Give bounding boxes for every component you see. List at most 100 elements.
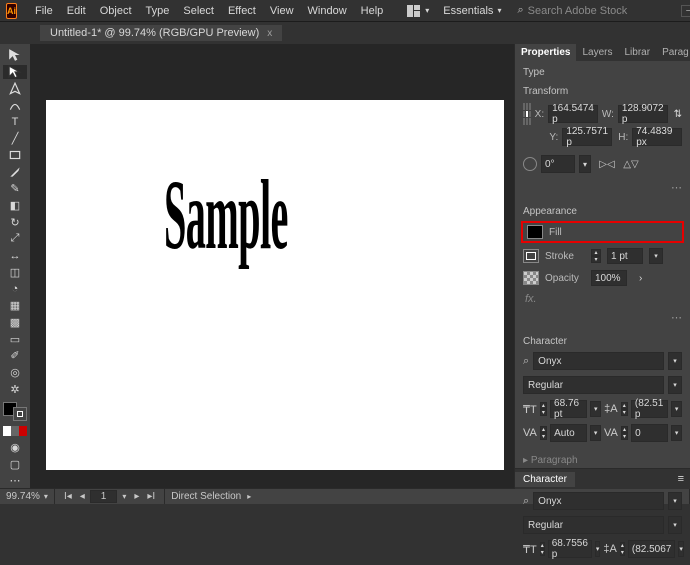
- stroke-row[interactable]: Stroke ▴▾ 1 pt ▾: [515, 245, 690, 267]
- document-tab[interactable]: Untitled-1* @ 99.74% (RGB/GPU Preview) x: [40, 25, 282, 41]
- sample-text-object[interactable]: Sample: [164, 160, 288, 274]
- paragraph-collapsed-head[interactable]: Paragraph: [515, 449, 690, 468]
- stroke-swatch[interactable]: [13, 407, 27, 421]
- x-input[interactable]: 164.5474 p: [548, 105, 598, 123]
- tab-libraries[interactable]: Librar: [618, 44, 656, 61]
- window-minimize-button[interactable]: －: [681, 5, 690, 17]
- menu-edit[interactable]: Edit: [61, 3, 92, 19]
- artboard-nav[interactable]: I◂ ◂ 1 ▾ ▸ ▸I: [55, 489, 165, 504]
- color-mode[interactable]: [3, 423, 27, 438]
- tab-properties[interactable]: Properties: [515, 44, 576, 61]
- char-panel-menu[interactable]: ≡: [672, 473, 690, 485]
- menu-select[interactable]: Select: [177, 3, 220, 19]
- zoom-level[interactable]: 99.74%▾: [0, 489, 55, 504]
- tracking-dropdown[interactable]: ▾: [671, 425, 682, 441]
- next-artboard-button[interactable]: ▸: [131, 491, 142, 502]
- font-size-input[interactable]: 68.76 pt: [550, 400, 587, 418]
- font-size-dropdown[interactable]: ▾: [590, 401, 601, 417]
- stroke-weight-input[interactable]: 1 pt: [607, 248, 643, 264]
- last-artboard-button[interactable]: ▸I: [144, 491, 158, 502]
- shape-builder-tool[interactable]: ◔: [3, 282, 27, 297]
- leading-input[interactable]: (82.51 p: [631, 400, 668, 418]
- eyedropper-tool[interactable]: ✐: [3, 348, 27, 363]
- paintbrush-tool[interactable]: [3, 165, 27, 180]
- pen-tool[interactable]: [3, 81, 27, 96]
- link-wh-icon[interactable]: ⇅: [674, 109, 682, 120]
- kerning-dropdown[interactable]: ▾: [590, 425, 601, 441]
- mesh-tool[interactable]: ▩: [3, 315, 27, 330]
- prev-artboard-button[interactable]: ◂: [77, 491, 88, 502]
- rotate-input[interactable]: 0°: [541, 155, 575, 173]
- stroke-weight-dropdown[interactable]: ▾: [649, 248, 663, 264]
- close-tab-button[interactable]: x: [267, 28, 272, 39]
- font-family-dropdown[interactable]: ▾: [668, 352, 682, 370]
- screen-mode[interactable]: ▢: [3, 457, 27, 472]
- font-style-select-2[interactable]: Regular: [523, 516, 664, 534]
- rotate-dropdown[interactable]: ▾: [579, 155, 591, 173]
- draw-mode[interactable]: ◉: [3, 440, 27, 455]
- flip-horizontal-button[interactable]: ▷◁: [599, 156, 615, 172]
- kerning-input[interactable]: Auto: [550, 424, 587, 442]
- rotate-tool[interactable]: ↻: [3, 215, 27, 230]
- fx-button[interactable]: fx.: [515, 289, 690, 309]
- workspace-switcher[interactable]: Essentials ▾: [439, 3, 505, 19]
- opacity-arrow-icon[interactable]: ›: [639, 273, 642, 284]
- tracking-input[interactable]: 0: [631, 424, 668, 442]
- menu-window[interactable]: Window: [302, 3, 353, 19]
- tab-layers[interactable]: Layers: [576, 44, 618, 61]
- leading-input-2[interactable]: (82.5067: [628, 540, 675, 558]
- font-style-dropdown-2[interactable]: ▾: [668, 516, 682, 534]
- opacity-row[interactable]: Opacity 100% ›: [515, 267, 690, 289]
- scale-tool[interactable]: ⤢: [3, 232, 27, 247]
- gradient-tool[interactable]: ▭: [3, 332, 27, 347]
- y-input[interactable]: 125.7571 p: [562, 128, 612, 146]
- fill-stroke-swatch[interactable]: [3, 402, 27, 421]
- menu-view[interactable]: View: [264, 3, 300, 19]
- artboard-number[interactable]: 1: [90, 490, 118, 503]
- flip-vertical-button[interactable]: △▽: [623, 156, 639, 172]
- fill-swatch-panel[interactable]: [527, 225, 543, 239]
- font-style-dropdown[interactable]: ▾: [668, 376, 682, 394]
- perspective-tool[interactable]: ▦: [3, 298, 27, 313]
- blend-tool[interactable]: ◎: [3, 365, 27, 380]
- first-artboard-button[interactable]: I◂: [61, 491, 75, 502]
- font-size-dropdown-2[interactable]: ▾: [595, 541, 601, 557]
- tab-paragraph[interactable]: Parag: [656, 44, 690, 61]
- leading-dropdown-2[interactable]: ▾: [678, 541, 684, 557]
- stroke-swatch-panel[interactable]: [523, 249, 539, 263]
- canvas[interactable]: Sample: [30, 44, 514, 488]
- reference-point-picker[interactable]: [523, 103, 531, 125]
- font-style-select[interactable]: Regular: [523, 376, 664, 394]
- fill-row[interactable]: Fill: [525, 225, 680, 239]
- shaper-tool[interactable]: ✎: [3, 182, 27, 197]
- stock-search-input[interactable]: ⌕ Search Adobe Stock: [513, 2, 673, 19]
- line-tool[interactable]: ╱: [3, 131, 27, 146]
- type-tool[interactable]: T: [3, 115, 27, 130]
- opacity-input[interactable]: 100%: [591, 270, 627, 286]
- arrange-documents-button[interactable]: ▾: [401, 3, 435, 19]
- menu-object[interactable]: Object: [94, 3, 138, 19]
- font-size-input-2[interactable]: 68.7556 p: [548, 540, 592, 558]
- curvature-tool[interactable]: [3, 98, 27, 113]
- appearance-more-button[interactable]: ⋯: [515, 309, 690, 326]
- direct-selection-tool[interactable]: [3, 65, 27, 80]
- menu-help[interactable]: Help: [355, 3, 390, 19]
- edit-toolbar[interactable]: ⋯: [3, 474, 27, 489]
- menu-effect[interactable]: Effect: [222, 3, 262, 19]
- font-family-select[interactable]: Onyx: [533, 352, 664, 370]
- leading-dropdown[interactable]: ▾: [671, 401, 682, 417]
- w-input[interactable]: 128.9072 p: [618, 105, 668, 123]
- menu-type[interactable]: Type: [140, 3, 176, 19]
- app-logo[interactable]: Ai: [6, 3, 17, 19]
- font-search-icon[interactable]: ⌕: [523, 355, 529, 368]
- menu-file[interactable]: File: [29, 3, 59, 19]
- tab-character-2[interactable]: Character: [515, 472, 575, 487]
- h-input[interactable]: 74.4839 px: [632, 128, 682, 146]
- selection-tool[interactable]: [3, 48, 27, 63]
- rectangle-tool[interactable]: [3, 148, 27, 163]
- free-transform-tool[interactable]: ◫: [3, 265, 27, 280]
- eraser-tool[interactable]: ◧: [3, 198, 27, 213]
- transform-more-button[interactable]: ⋯: [515, 179, 690, 196]
- width-tool[interactable]: ↔: [3, 248, 27, 263]
- symbol-sprayer-tool[interactable]: ✲: [3, 382, 27, 397]
